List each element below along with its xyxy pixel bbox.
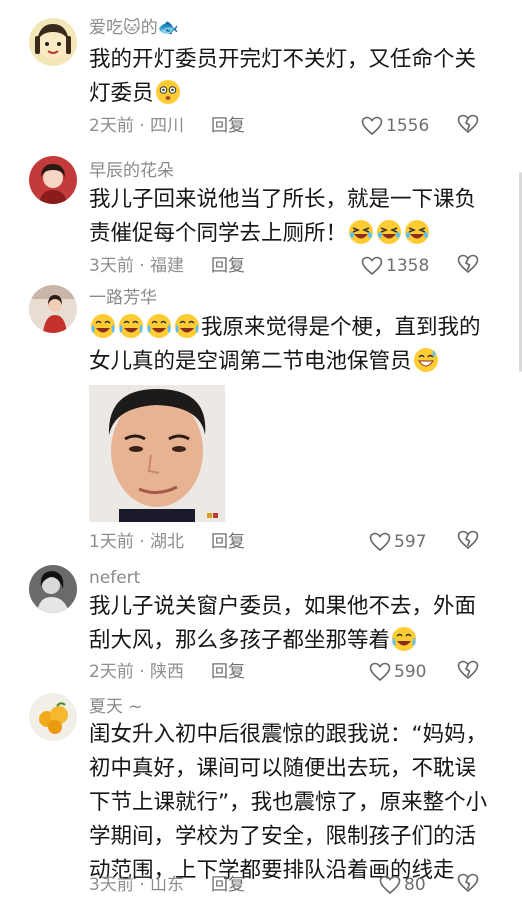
like-button[interactable]: 1358 [361, 253, 429, 279]
broken-heart-icon [457, 660, 479, 680]
comment-username[interactable]: 爱吃🐱的🐟 [89, 18, 179, 38]
comment-text-content: 我儿子说关窗户委员，如果他不去，外面刮大风，那么多孩子都坐那等着 [89, 594, 477, 653]
attached-photo[interactable] [89, 385, 225, 522]
comment-meta: 1天前 · 湖北 回复 597 [89, 529, 499, 555]
comment-text: 我原来觉得是个梗，直到我的女儿真的是空调第二节电池保管员 [89, 311, 489, 379]
grinning-sweat-icon [413, 348, 438, 372]
comment-text-content: 我的开灯委员开完灯不关灯，又任命个关灯委员 [89, 47, 477, 106]
tears-of-joy-icon [392, 627, 417, 651]
laughing-face-icon [405, 220, 430, 244]
comment-text-content: 闺女升入初中后很震惊的跟我说：“妈妈，初中真好，课间可以随便出去玩，不耽误下节上… [89, 722, 488, 883]
avatar[interactable] [29, 565, 77, 613]
comment-meta: 3天前 · 福建 回复 1358 [89, 253, 499, 279]
comment-text: 我儿子说关窗户委员，如果他不去，外面刮大风，那么多孩子都坐那等着 [89, 590, 489, 658]
tears-of-joy-icon [147, 314, 171, 338]
heart-icon [369, 662, 391, 682]
dislike-button[interactable] [457, 530, 479, 558]
heart-icon [361, 116, 383, 136]
comment-username[interactable]: 早辰的花朵 [89, 161, 174, 181]
like-count: 590 [394, 662, 427, 682]
like-button[interactable]: 1556 [361, 113, 429, 139]
dislike-button[interactable] [457, 660, 479, 688]
laughing-face-icon [349, 220, 374, 244]
tears-of-joy-icon [91, 314, 115, 338]
comment-time-location: 3天前 · 福建 [89, 256, 185, 276]
avatar[interactable] [29, 156, 77, 204]
broken-heart-icon [457, 114, 479, 134]
comment-meta: 2天前 · 陕西 回复 590 [89, 659, 499, 685]
heart-icon [379, 875, 401, 895]
heart-icon [369, 532, 391, 552]
like-button[interactable]: 590 [369, 659, 426, 685]
like-count: 1358 [386, 256, 430, 276]
like-button[interactable]: 597 [369, 529, 426, 555]
comment-username[interactable]: 夏天 ~ [89, 697, 143, 717]
comment-text: 闺女升入初中后很震惊的跟我说：“妈妈，初中真好，课间可以随便出去玩，不耽误下节上… [89, 718, 489, 888]
comment-item: nefert 我儿子说关窗户委员，如果他不去，外面刮大风，那么多孩子都坐那等着 … [0, 560, 522, 690]
tears-of-joy-icon [119, 314, 143, 338]
comment-username[interactable]: 一路芳华 [89, 288, 157, 308]
reply-button[interactable]: 回复 [211, 529, 245, 555]
comment-item: 一路芳华 我原来觉得是个梗，直到我的女儿真的是空调第二节电池保管员 1天前 · … [0, 285, 522, 560]
comment-meta: 2天前 · 四川 回复 1556 [89, 113, 499, 139]
like-count: 597 [394, 532, 427, 552]
broken-heart-icon [457, 873, 479, 893]
avatar[interactable] [29, 18, 77, 66]
comment-item: 早辰的花朵 我儿子回来说他当了所长，就是一下课负责催促每个同学去上厕所！ 3天前… [0, 150, 522, 285]
comment-time-location: 3天前 · 山东 [89, 875, 185, 895]
heart-icon [361, 256, 383, 276]
reply-button[interactable]: 回复 [211, 872, 245, 898]
reply-button[interactable]: 回复 [211, 659, 245, 685]
like-count: 1556 [386, 116, 430, 136]
reply-button[interactable]: 回复 [211, 253, 245, 279]
dizzy-face-icon [155, 80, 180, 104]
dislike-button[interactable] [457, 873, 479, 901]
like-button[interactable]: 80 [379, 872, 426, 898]
broken-heart-icon [457, 254, 479, 274]
comment-time-location: 2天前 · 陕西 [89, 662, 185, 682]
comment-item: 爱吃🐱的🐟 我的开灯委员开完灯不关灯，又任命个关灯委员 2天前 · 四川 回复 … [0, 0, 522, 150]
comment-username[interactable]: nefert [89, 568, 140, 588]
tears-of-joy-icon [175, 314, 199, 338]
avatar[interactable] [29, 285, 77, 333]
comment-item: 夏天 ~ 闺女升入初中后很震惊的跟我说：“妈妈，初中真好，课间可以随便出去玩，不… [0, 690, 522, 909]
dislike-button[interactable] [457, 114, 479, 142]
comment-meta: 3天前 · 山东 回复 80 [89, 872, 499, 898]
laughing-face-icon [377, 220, 402, 244]
broken-heart-icon [457, 530, 479, 550]
dislike-button[interactable] [457, 254, 479, 282]
reply-button[interactable]: 回复 [211, 113, 245, 139]
comment-text: 我的开灯委员开完灯不关灯，又任命个关灯委员 [89, 43, 489, 111]
comment-text: 我儿子回来说他当了所长，就是一下课负责催促每个同学去上厕所！ [89, 183, 489, 251]
comment-time-location: 1天前 · 湖北 [89, 532, 185, 552]
avatar[interactable] [29, 693, 77, 741]
like-count: 80 [404, 875, 426, 895]
comment-time-location: 2天前 · 四川 [89, 116, 185, 136]
